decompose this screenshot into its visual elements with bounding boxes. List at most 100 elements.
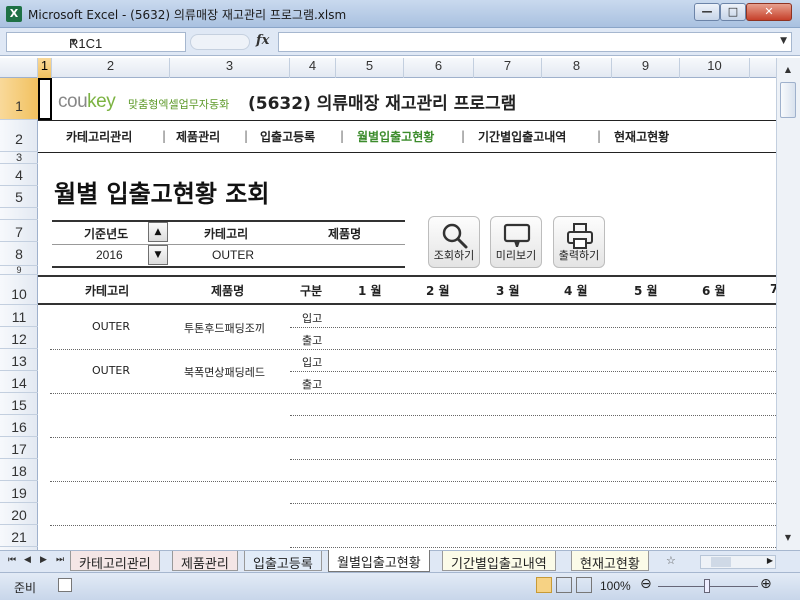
column-header[interactable]: 8 [542, 58, 612, 78]
tab-next-icon[interactable]: ▶ [40, 555, 47, 565]
tab-inout-register[interactable]: 입출고등록 [244, 551, 322, 572]
scroll-up-icon[interactable]: ▲ [780, 62, 796, 78]
status-bar: 준비 100% ⊖ ⊕ [0, 572, 800, 600]
page-layout-icon[interactable] [556, 577, 572, 593]
nav-item-monthly-status[interactable]: 월별입출고현황 [357, 128, 434, 145]
expand-formula-icon[interactable]: ▼ [780, 36, 787, 46]
row-header[interactable]: 14 [0, 371, 38, 393]
normal-view-icon[interactable] [536, 577, 552, 593]
row-header[interactable]: 5 [0, 186, 38, 208]
search-button[interactable]: 조회하기 [428, 216, 480, 268]
nav-item-current-stock[interactable]: 현재고현황 [614, 128, 669, 145]
th-month-7: 7 [770, 282, 776, 296]
worksheet[interactable]: coukey 맞춤형엑셀업무자동화 (5632) 의류매장 재고관리 프로그램 … [38, 78, 776, 550]
row-header[interactable]: 10 [0, 275, 38, 305]
row1-out-label[interactable]: 출고 [302, 332, 322, 348]
year-up-button[interactable]: ▲ [148, 222, 168, 242]
zoom-slider-thumb[interactable] [704, 579, 710, 593]
row-header[interactable]: 12 [0, 327, 38, 349]
nav-item-inout-register[interactable]: 입출고등록 [260, 128, 315, 145]
tab-current-stock[interactable]: 현재고현황 [571, 551, 649, 572]
row-header[interactable]: 21 [0, 525, 38, 547]
column-header[interactable]: 6 [404, 58, 474, 78]
tab-monthly-status[interactable]: 월별입출고현황 [328, 550, 430, 572]
year-field[interactable]: 2016 [96, 248, 123, 262]
scroll-thumb[interactable] [780, 82, 796, 118]
zoom-out-icon[interactable]: ⊖ [640, 576, 652, 592]
row-header[interactable]: 1 [0, 78, 38, 120]
row1-category[interactable]: OUTER [92, 320, 130, 333]
column-header[interactable]: 9 [612, 58, 680, 78]
column-header[interactable]: 5 [336, 58, 404, 78]
row1-product[interactable]: 투톤후드패딩조끼 [184, 320, 265, 336]
scroll-right-icon[interactable]: ▶ [767, 556, 773, 565]
h-scroll-thumb[interactable] [711, 557, 731, 567]
category-label: 카테고리 [204, 227, 249, 241]
column-header[interactable]: 10 [680, 58, 750, 78]
row-header-hidden[interactable] [0, 208, 38, 220]
row-header[interactable]: 17 [0, 437, 38, 459]
row-header[interactable]: 15 [0, 393, 38, 415]
row2-product[interactable]: 북폭면상패딩레드 [184, 364, 265, 380]
column-header[interactable]: 1 [38, 58, 52, 78]
row-header[interactable]: 18 [0, 459, 38, 481]
name-box[interactable]: R1C1 ▼ [6, 32, 186, 52]
tab-product[interactable]: 제품관리 [172, 551, 238, 572]
formula-input[interactable]: ▼ [278, 32, 792, 52]
formula-bar: R1C1 ▼ fx ▼ [0, 28, 800, 56]
nav-item-category[interactable]: 카테고리관리 [66, 128, 132, 145]
excel-icon[interactable]: X [6, 6, 22, 22]
vertical-scrollbar[interactable]: ▲ ▼ [776, 58, 800, 550]
preview-button[interactable]: 미리보기 [490, 216, 542, 268]
zoom-in-icon[interactable]: ⊕ [760, 576, 772, 592]
scroll-down-icon[interactable]: ▼ [780, 530, 796, 546]
page-break-icon[interactable] [576, 577, 592, 593]
close-button[interactable]: ✕ [746, 3, 792, 21]
filter-panel: 기준년도 카테고리 제품명 2016 OUTER ▲ ▼ [52, 220, 405, 268]
column-header[interactable]: 2 [52, 58, 170, 78]
row-header[interactable]: 13 [0, 349, 38, 371]
row2-category[interactable]: OUTER [92, 364, 130, 377]
column-header[interactable]: 3 [170, 58, 290, 78]
horizontal-scrollbar[interactable]: ▶ [700, 555, 776, 569]
tab-prev-icon[interactable]: ◀ [24, 555, 31, 565]
preview-button-label: 미리보기 [495, 249, 537, 262]
row-header[interactable]: 9 [0, 266, 38, 275]
row-header[interactable]: 19 [0, 481, 38, 503]
row-header[interactable]: 16 [0, 415, 38, 437]
insert-sheet-icon[interactable]: ☆ [666, 554, 676, 567]
formula-buttons[interactable] [190, 34, 250, 50]
page-title: 월별 입출고현황 조회 [54, 180, 270, 208]
nav-item-period-history[interactable]: 기간별입출고내역 [478, 128, 566, 145]
row-header[interactable]: 11 [0, 305, 38, 327]
tab-period-history[interactable]: 기간별입출고내역 [442, 551, 556, 572]
nav-separator: | [461, 129, 466, 143]
row-header[interactable]: 2 [0, 120, 38, 152]
minimize-button[interactable]: — [694, 3, 720, 21]
chevron-down-icon[interactable]: ▼ [69, 36, 181, 46]
row-headers: 1 2 3 4 5 7 8 9 10 11 12 13 14 15 16 17 … [0, 78, 38, 550]
print-button[interactable]: 출력하기 [553, 216, 605, 268]
row-header[interactable]: 7 [0, 220, 38, 242]
row-header[interactable]: 4 [0, 164, 38, 186]
column-header[interactable]: 4 [290, 58, 336, 78]
row-divider [290, 459, 776, 460]
active-cell-outline[interactable] [38, 78, 52, 120]
maximize-button[interactable]: □ [720, 3, 746, 21]
row-header[interactable]: 20 [0, 503, 38, 525]
tab-last-icon[interactable]: ⏭ [56, 555, 64, 565]
row1-in-label[interactable]: 입고 [302, 310, 322, 326]
column-header[interactable]: 7 [474, 58, 542, 78]
nav-item-product[interactable]: 제품관리 [176, 128, 220, 145]
tab-category[interactable]: 카테고리관리 [70, 551, 160, 572]
row-header[interactable]: 3 [0, 152, 38, 164]
macro-record-icon[interactable] [58, 578, 72, 592]
year-down-button[interactable]: ▼ [148, 245, 168, 265]
row2-in-label[interactable]: 입고 [302, 354, 322, 370]
select-all-corner[interactable] [0, 58, 38, 78]
category-field[interactable]: OUTER [212, 248, 254, 262]
row2-out-label[interactable]: 출고 [302, 376, 322, 392]
row-header[interactable]: 8 [0, 242, 38, 266]
tab-first-icon[interactable]: ⏮ [8, 555, 16, 565]
function-icon[interactable]: fx [256, 33, 269, 48]
